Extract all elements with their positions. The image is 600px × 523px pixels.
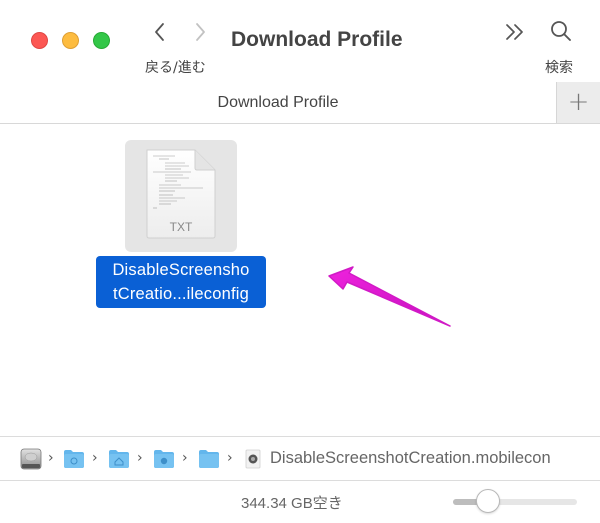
back-button[interactable]: [148, 18, 172, 46]
new-tab-button[interactable]: +: [556, 82, 600, 123]
config-file-icon[interactable]: [245, 449, 261, 469]
double-chevron-right-icon: [506, 24, 523, 40]
maximize-button[interactable]: [93, 32, 110, 49]
toolbar-overflow-button[interactable]: [503, 20, 527, 50]
file-icon-selection-bg: TXT: [125, 140, 237, 252]
path-separator: ›: [92, 450, 98, 466]
search-icon: [551, 21, 571, 41]
back-forward-label: 戻る/進む: [145, 60, 206, 76]
minimize-button[interactable]: [62, 32, 79, 49]
path-separator: ›: [48, 450, 54, 466]
path-separator: ›: [137, 450, 143, 466]
close-button[interactable]: [31, 32, 48, 49]
search-button[interactable]: [548, 18, 574, 44]
status-bar: 344.34 GB空き: [0, 482, 600, 523]
chevron-left-icon: [155, 23, 164, 41]
file-name-line-2: tCreatio...ileconfig: [112, 285, 250, 303]
toolbar: 戻る/進む Download Profile 検索: [0, 0, 600, 84]
forward-button[interactable]: [188, 18, 212, 46]
plus-icon: +: [567, 87, 590, 117]
finder-window: 戻る/進む Download Profile 検索 Download Profi…: [0, 0, 600, 523]
annotation-arrow: [328, 266, 451, 327]
file-browser-content: TXT DisableScreensho tCreatio...ileconfi…: [0, 125, 600, 436]
path-separator: ›: [182, 450, 188, 466]
search-label: 検索: [545, 60, 573, 76]
chevron-right-icon: [196, 23, 205, 41]
slider-thumb[interactable]: [475, 489, 500, 513]
file-name-label[interactable]: DisableScreensho tCreatio...ileconfig: [96, 256, 266, 308]
hard-drive-icon[interactable]: [19, 447, 43, 471]
path-current-file[interactable]: DisableScreenshotCreation.mobilecon: [270, 449, 551, 468]
tab-bar: Download Profile +: [0, 82, 600, 124]
free-space-label: 344.34 GB空き: [241, 495, 343, 512]
user-folder-icon[interactable]: [63, 449, 85, 469]
file-type-label: TXT: [170, 220, 193, 234]
file-name-line-1: DisableScreensho: [112, 261, 250, 279]
folder-icon[interactable]: [198, 449, 220, 469]
text-document-icon: TXT: [146, 149, 216, 239]
tab-download-profile[interactable]: Download Profile: [0, 82, 556, 123]
path-separator: ›: [227, 450, 233, 466]
downloads-folder-icon[interactable]: [153, 449, 175, 469]
icon-size-slider[interactable]: [453, 499, 577, 505]
home-folder-icon[interactable]: [108, 449, 130, 469]
path-bar: › › › › › DisableScreenshotCreation.mobi…: [0, 436, 600, 481]
window-title: Download Profile: [231, 28, 403, 51]
